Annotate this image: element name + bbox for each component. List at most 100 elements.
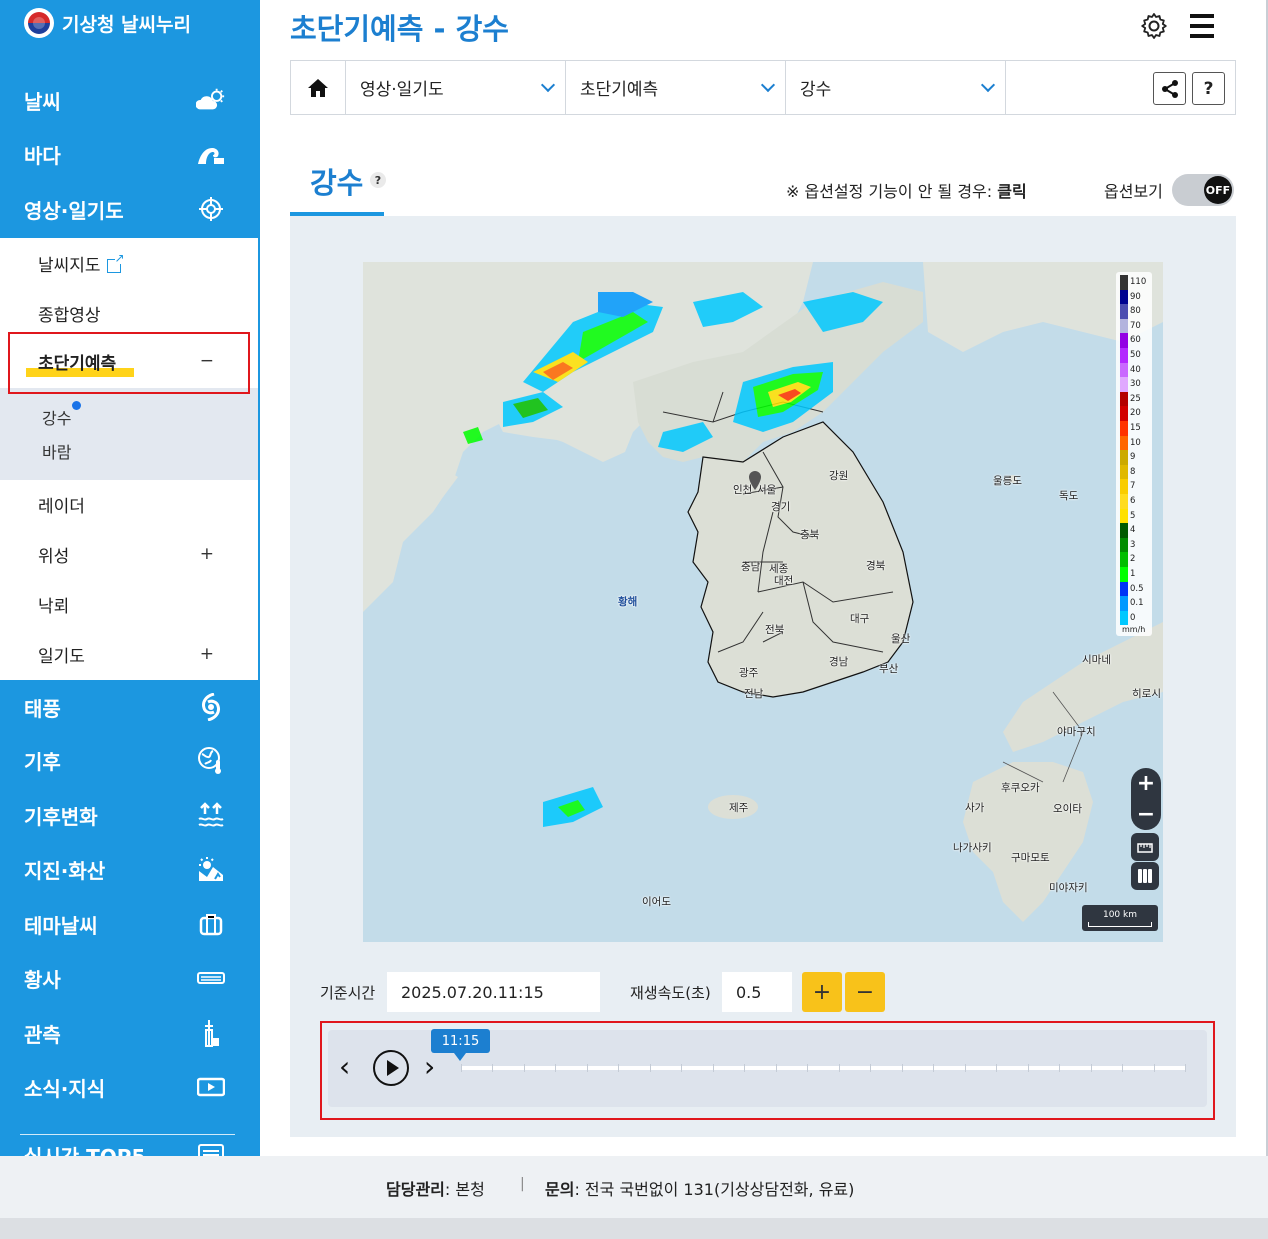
map-label-nagasaki: 나가사키: [953, 842, 992, 854]
timeline-tick: [712, 1064, 714, 1072]
timeline-track[interactable]: [461, 1066, 1185, 1070]
speed-input[interactable]: [722, 972, 792, 1012]
base-time-input[interactable]: [387, 972, 600, 1012]
legend-row: 80: [1118, 304, 1152, 319]
submenu-satellite[interactable]: 위성 +: [0, 529, 258, 579]
sidebar-item-news[interactable]: 소식·지식: [0, 1060, 260, 1114]
timeline-current-marker[interactable]: 11:15: [431, 1029, 490, 1061]
map-label-gwangju: 광주: [739, 667, 759, 679]
speed-increase-button[interactable]: +: [802, 972, 842, 1012]
breadcrumb-level-3[interactable]: 강수: [786, 61, 1006, 114]
timeline-tick: [523, 1064, 525, 1072]
legend-value: 30: [1130, 379, 1141, 390]
tab-precipitation[interactable]: 강수: [290, 160, 384, 216]
map-label-kumamoto: 구마모토: [1011, 852, 1050, 864]
expand-icon: +: [199, 644, 214, 664]
option-view-toggle[interactable]: OFF: [1172, 174, 1234, 206]
legend-value: 0.1: [1130, 598, 1144, 609]
help-question-icon[interactable]: ?: [370, 172, 386, 188]
sidebar-item-sea[interactable]: 바다: [0, 127, 260, 181]
prev-frame-button[interactable]: ‹: [339, 1052, 350, 1082]
footer-manager: 담당관리: 본청: [386, 1180, 485, 1199]
legend-row: 7: [1118, 479, 1152, 494]
legend-row: 0: [1118, 610, 1152, 626]
legend-row: 3: [1118, 537, 1152, 553]
map-label-jeju: 제주: [729, 802, 749, 814]
legend-value: 9: [1130, 452, 1136, 463]
hamburger-menu-icon[interactable]: [1186, 10, 1218, 42]
legend-value: 70: [1130, 320, 1141, 331]
submenu-composite[interactable]: 종합영상: [0, 288, 258, 338]
share-button[interactable]: [1153, 72, 1186, 105]
legend-value: 15: [1130, 423, 1141, 433]
timeline-tick: [901, 1064, 903, 1072]
legend-value: 3: [1130, 539, 1136, 550]
submenu-weather-map[interactable]: 날씨지도: [0, 238, 258, 288]
speed-decrease-button[interactable]: −: [845, 972, 885, 1012]
note-click-link[interactable]: 클릭: [997, 182, 1026, 201]
submenu-nowcast-children: 강수 바람: [0, 388, 258, 480]
map-label-gyeongnam: 경남: [829, 656, 849, 668]
legend-row: 0.5: [1118, 581, 1152, 597]
ruler-tool-icon[interactable]: [1131, 833, 1159, 861]
layers-tool-icon[interactable]: [1131, 862, 1159, 890]
timeline-tick: [492, 1064, 494, 1072]
legend-value: 60: [1130, 335, 1141, 346]
legend-value: 0: [1130, 612, 1136, 623]
submenu-lightning[interactable]: 낙뢰: [0, 579, 258, 629]
breadcrumb-level-2[interactable]: 초단기예측: [566, 61, 786, 114]
map-label-dokdo: 독도: [1059, 490, 1079, 502]
toggle-knob: OFF: [1204, 176, 1232, 204]
map-scale-bar: 100 km: [1082, 905, 1158, 931]
chevron-down-icon: [980, 77, 996, 93]
breadcrumb-level-1[interactable]: 영상·일기도: [346, 61, 566, 114]
legend-row: 6: [1118, 494, 1152, 509]
timeline-tick: [1090, 1064, 1092, 1072]
submenu-weather-chart[interactable]: 일기도 +: [0, 629, 258, 679]
option-view-label: 옵션보기: [1104, 182, 1163, 201]
sidebar-item-typhoon[interactable]: 태풍: [0, 680, 260, 734]
sidebar-item-observation[interactable]: 관측: [0, 1006, 260, 1060]
subsub-item-precipitation[interactable]: 강수: [42, 405, 71, 429]
sidebar-item-climate-change[interactable]: 기후변화: [0, 788, 260, 842]
sidebar-item-top5[interactable]: 실시간 TOP5: [0, 1128, 260, 1156]
option-note: ※ 옵션설정 기능이 안 될 경우: 클릭: [786, 182, 1027, 201]
zoom-in-button[interactable]: +: [1131, 768, 1161, 799]
legend-value: 8: [1130, 466, 1136, 477]
subsub-item-wind[interactable]: 바람: [42, 439, 71, 463]
bottom-strip: [0, 1218, 1268, 1239]
map-label-oita: 오이타: [1053, 803, 1082, 815]
timeline-tick: [1153, 1064, 1155, 1072]
sidebar-item-imagery[interactable]: 영상·일기도: [0, 182, 260, 236]
settings-gear-icon[interactable]: [1138, 10, 1170, 42]
zoom-out-button[interactable]: −: [1131, 799, 1161, 830]
legend-swatch: [1120, 348, 1128, 363]
legend-value: 1: [1130, 569, 1136, 579]
precipitation-map[interactable]: 인천 서울 강원 경기 울릉도 독도 충북 충남 세종 대전 경북 황해 대구 …: [363, 262, 1163, 942]
breadcrumb: 영상·일기도 초단기예측 강수 ?: [290, 60, 1236, 115]
weather-icon: [196, 85, 226, 115]
next-frame-button[interactable]: ›: [424, 1052, 435, 1082]
legend-value: 40: [1130, 364, 1141, 375]
sidebar-item-yellow-dust[interactable]: 황사: [0, 951, 260, 1005]
sidebar-item-climate[interactable]: 기후: [0, 733, 260, 787]
help-button[interactable]: ?: [1192, 72, 1225, 105]
legend-swatch: [1120, 567, 1128, 582]
brand[interactable]: 기상청 날씨누리: [24, 8, 191, 38]
legend-row: 9: [1118, 450, 1152, 465]
zoom-control: + −: [1131, 768, 1161, 830]
sidebar-item-theme-weather[interactable]: 테마날씨: [0, 897, 260, 951]
map-label-chungnam: 충남: [741, 561, 761, 573]
legend-swatch: [1120, 391, 1128, 407]
legend-swatch: [1120, 275, 1128, 290]
legend-swatch: [1120, 333, 1128, 348]
location-pin-icon: [749, 471, 761, 490]
legend-row: 1: [1118, 567, 1152, 582]
submenu-radar[interactable]: 레이더: [0, 479, 258, 529]
home-icon[interactable]: [291, 61, 346, 114]
sidebar-item-weather[interactable]: 날씨: [0, 73, 260, 127]
play-button[interactable]: [373, 1050, 409, 1086]
timeline-tick: [618, 1064, 620, 1072]
sidebar-item-earthquake-volcano[interactable]: 지진·화산: [0, 842, 260, 896]
legend-value: 90: [1130, 291, 1141, 302]
